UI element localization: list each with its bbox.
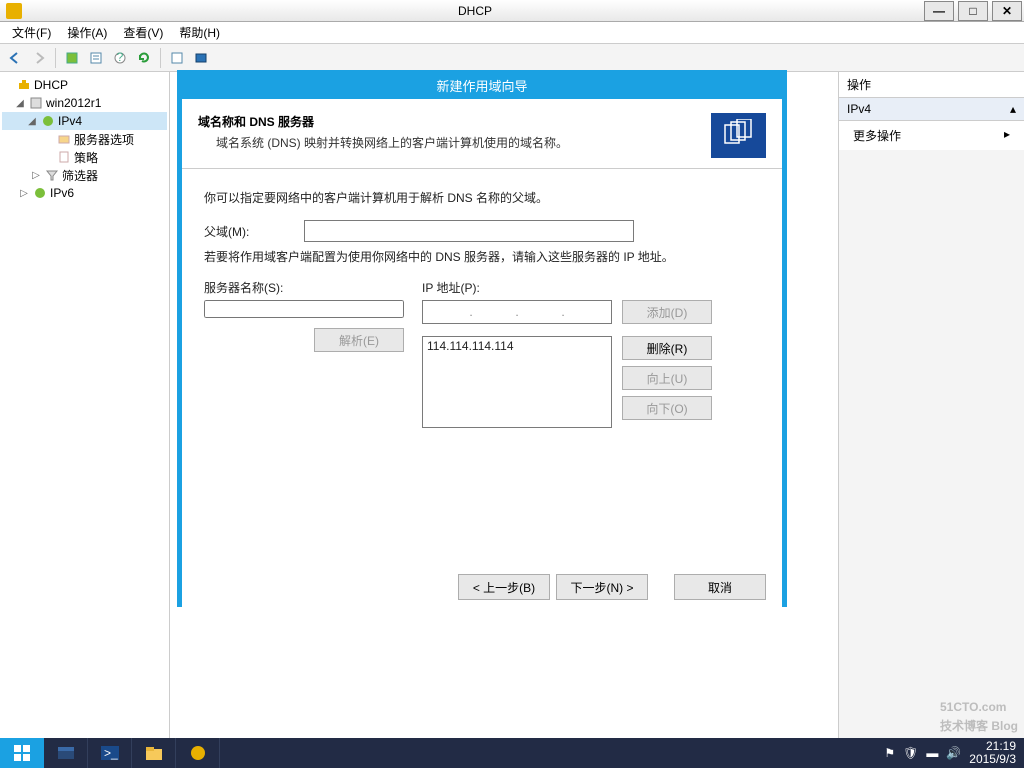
svg-text:>_: >_ bbox=[104, 746, 118, 760]
toolbar-icon-2[interactable] bbox=[85, 47, 107, 69]
tree-filters-label: 筛选器 bbox=[62, 167, 98, 184]
up-button[interactable]: 向上(U) bbox=[622, 366, 712, 390]
server-name-label: 服务器名称(S): bbox=[204, 279, 404, 296]
ip-octet-1[interactable] bbox=[431, 303, 465, 321]
tray-date: 2015/9/3 bbox=[969, 753, 1016, 766]
wizard-instr2: 若要将作用域客户端配置为使用你网络中的 DNS 服务器，请输入这些服务器的 IP… bbox=[204, 248, 760, 265]
menu-action[interactable]: 操作(A) bbox=[61, 22, 113, 43]
add-button[interactable]: 添加(D) bbox=[622, 300, 712, 324]
wizard-heading: 域名称和 DNS 服务器 bbox=[198, 113, 711, 130]
filter-icon bbox=[44, 167, 60, 183]
actions-more[interactable]: 更多操作 ▸ bbox=[839, 121, 1024, 150]
wizard-banner-icon bbox=[711, 113, 766, 158]
actions-title: 操作 bbox=[839, 72, 1024, 98]
tree-server-options[interactable]: 服务器选项 bbox=[2, 130, 167, 148]
toolbar: ? bbox=[0, 44, 1024, 72]
arrow-right-icon: ▸ bbox=[1004, 127, 1010, 144]
ip-octet-4[interactable] bbox=[569, 303, 603, 321]
window-titlebar: DHCP — □ ✕ bbox=[0, 0, 1024, 22]
wizard-subheading: 域名系统 (DNS) 映射并转换网络上的客户端计算机使用的域名称。 bbox=[216, 134, 711, 151]
task-explorer[interactable] bbox=[132, 738, 176, 768]
app-icon bbox=[6, 3, 22, 19]
actions-section-label: IPv4 bbox=[847, 102, 871, 116]
system-tray[interactable]: ⚑ 🛡 ▬ 🔊 21:19 2015/9/3 bbox=[876, 740, 1024, 766]
menubar: 文件(F) 操作(A) 查看(V) 帮助(H) bbox=[0, 22, 1024, 44]
parent-domain-input[interactable] bbox=[304, 220, 634, 242]
tray-shield-icon[interactable]: 🛡 bbox=[903, 746, 918, 760]
ip-list[interactable]: 114.114.114.114 bbox=[422, 336, 612, 428]
ip-octet-3[interactable] bbox=[523, 303, 557, 321]
tray-sound-icon[interactable]: 🔊 bbox=[946, 746, 961, 760]
forward-button[interactable] bbox=[28, 47, 50, 69]
wizard-instr1: 你可以指定要网络中的客户端计算机用于解析 DNS 名称的父域。 bbox=[204, 189, 760, 206]
ipv4-icon bbox=[40, 113, 56, 129]
toolbar-icon-3[interactable]: ? bbox=[109, 47, 131, 69]
ipv6-icon bbox=[32, 185, 48, 201]
tray-flag-icon[interactable]: ⚑ bbox=[884, 746, 895, 760]
watermark: 51CTO.com 技术博客 Blog bbox=[940, 691, 1018, 734]
cancel-button[interactable]: 取消 bbox=[674, 574, 766, 600]
tree-policies[interactable]: 策略 bbox=[2, 148, 167, 166]
collapse-icon: ▴ bbox=[1010, 102, 1016, 116]
menu-help[interactable]: 帮助(H) bbox=[173, 22, 226, 43]
window-title: DHCP bbox=[28, 4, 922, 18]
tree-root-label: DHCP bbox=[34, 78, 68, 92]
close-button[interactable]: ✕ bbox=[992, 1, 1022, 21]
task-dhcp[interactable] bbox=[176, 738, 220, 768]
toolbar-icon-5[interactable] bbox=[190, 47, 212, 69]
menu-file[interactable]: 文件(F) bbox=[6, 22, 57, 43]
actions-section[interactable]: IPv4 ▴ bbox=[839, 98, 1024, 121]
tree-ipv6-label: IPv6 bbox=[50, 186, 74, 200]
remove-button[interactable]: 删除(R) bbox=[622, 336, 712, 360]
tree-root[interactable]: DHCP bbox=[2, 76, 167, 94]
down-button[interactable]: 向下(O) bbox=[622, 396, 712, 420]
actions-panel: 操作 IPv4 ▴ 更多操作 ▸ bbox=[839, 72, 1024, 738]
resolve-button[interactable]: 解析(E) bbox=[314, 328, 404, 352]
tree-panel: DHCP ◢ win2012r1 ◢ IPv4 服务器选项 策略 ▷ 筛选器 bbox=[0, 72, 170, 738]
wizard-footer: < 上一步(B) 下一步(N) > 取消 bbox=[458, 574, 766, 600]
tree-ipv4[interactable]: ◢ IPv4 bbox=[2, 112, 167, 130]
ip-address-label: IP 地址(P): bbox=[422, 279, 712, 296]
maximize-button[interactable]: □ bbox=[958, 1, 988, 21]
toolbar-icon-1[interactable] bbox=[61, 47, 83, 69]
start-button[interactable] bbox=[0, 738, 44, 768]
tree-server-options-label: 服务器选项 bbox=[74, 131, 134, 148]
ip-address-input[interactable]: . . . bbox=[422, 300, 612, 324]
tray-clock[interactable]: 21:19 2015/9/3 bbox=[969, 740, 1016, 766]
policy-icon bbox=[56, 149, 72, 165]
svg-text:?: ? bbox=[117, 51, 124, 64]
server-icon bbox=[28, 95, 44, 111]
toolbar-icon-4[interactable] bbox=[166, 47, 188, 69]
minimize-button[interactable]: — bbox=[924, 1, 954, 21]
prev-button[interactable]: < 上一步(B) bbox=[458, 574, 550, 600]
next-button[interactable]: 下一步(N) > bbox=[556, 574, 648, 600]
tray-network-icon[interactable]: ▬ bbox=[926, 746, 938, 760]
menu-view[interactable]: 查看(V) bbox=[117, 22, 169, 43]
task-server-manager[interactable] bbox=[44, 738, 88, 768]
parent-domain-label: 父域(M): bbox=[204, 223, 304, 240]
ip-list-item[interactable]: 114.114.114.114 bbox=[427, 339, 607, 353]
tree-ipv4-label: IPv4 bbox=[58, 114, 82, 128]
tree-ipv6[interactable]: ▷ IPv6 bbox=[2, 184, 167, 202]
refresh-button[interactable] bbox=[133, 47, 155, 69]
server-name-input[interactable] bbox=[204, 300, 404, 318]
back-button[interactable] bbox=[4, 47, 26, 69]
wizard-header: 域名称和 DNS 服务器 域名系统 (DNS) 映射并转换网络上的客户端计算机使… bbox=[182, 103, 782, 169]
options-icon bbox=[56, 131, 72, 147]
tree-policies-label: 策略 bbox=[74, 149, 98, 166]
actions-more-label: 更多操作 bbox=[853, 127, 901, 144]
tree-server-label: win2012r1 bbox=[46, 96, 101, 110]
taskbar: >_ ⚑ 🛡 ▬ 🔊 21:19 2015/9/3 bbox=[0, 738, 1024, 768]
wizard-dialog: 新建作用域向导 域名称和 DNS 服务器 域名系统 (DNS) 映射并转换网络上… bbox=[177, 70, 787, 607]
wizard-title: 新建作用域向导 bbox=[178, 71, 786, 99]
tree-server[interactable]: ◢ win2012r1 bbox=[2, 94, 167, 112]
tree-filters[interactable]: ▷ 筛选器 bbox=[2, 166, 167, 184]
ip-octet-2[interactable] bbox=[477, 303, 511, 321]
dhcp-icon bbox=[16, 77, 32, 93]
task-powershell[interactable]: >_ bbox=[88, 738, 132, 768]
